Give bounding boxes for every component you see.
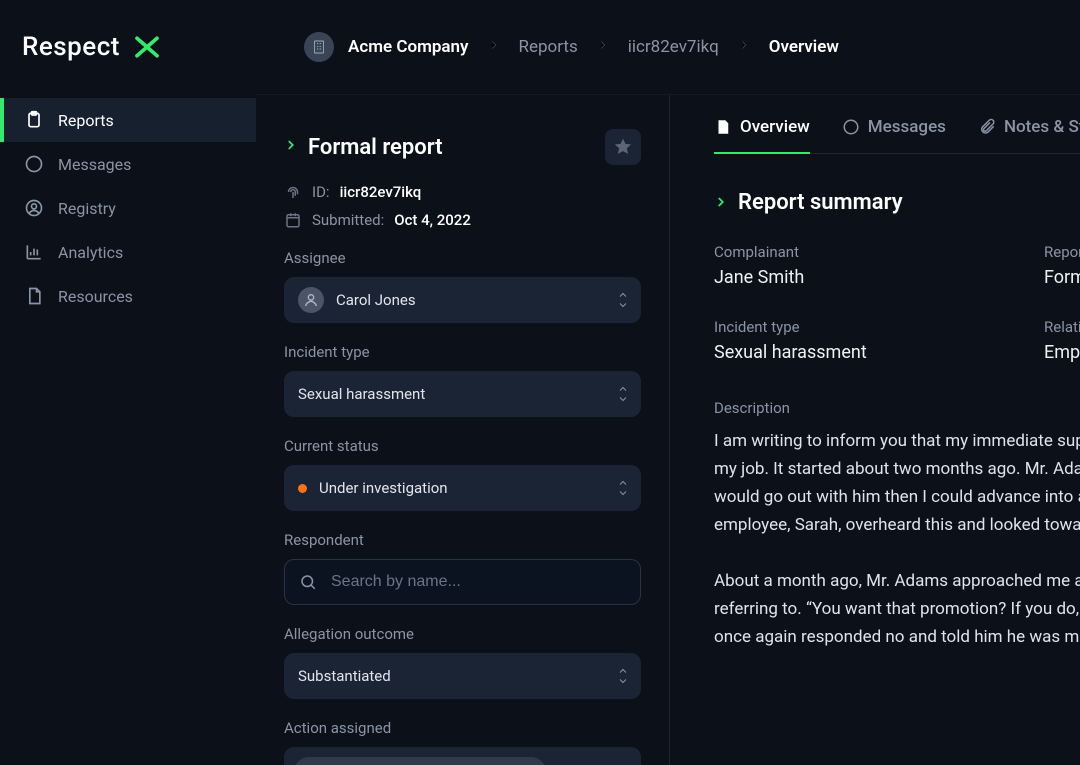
- respondent-input[interactable]: [329, 572, 626, 592]
- report-type-label: Report type: [1044, 243, 1080, 261]
- favorite-button[interactable]: [605, 129, 641, 165]
- building-icon: [311, 39, 327, 55]
- tab-messages[interactable]: Messages: [842, 117, 946, 153]
- assignee-label: Assignee: [284, 249, 641, 267]
- respondent-label: Respondent: [284, 531, 641, 549]
- report-title: Formal report: [308, 135, 443, 160]
- sidebar-item-label: Messages: [58, 155, 131, 174]
- paperclip-icon: [978, 118, 996, 136]
- report-id: iicr82ev7ikq: [340, 183, 422, 201]
- tab-overview[interactable]: Overview: [714, 117, 810, 153]
- incident-type-label: Incident type: [714, 318, 1044, 336]
- sort-caret-icon: [617, 291, 629, 309]
- document-icon: [24, 286, 44, 306]
- status-select[interactable]: Under investigation: [284, 465, 641, 511]
- report-type-value: Formal: [1044, 267, 1080, 288]
- sidebar-item-analytics[interactable]: Analytics: [0, 230, 256, 274]
- relation-value: Employee: [1044, 342, 1080, 363]
- logo-area: Respect: [0, 0, 256, 94]
- brand-mark-icon: [132, 32, 162, 62]
- document-icon: [714, 118, 732, 136]
- brand-logo[interactable]: Respect: [22, 32, 162, 62]
- sort-caret-icon: [617, 667, 629, 685]
- sidebar: Reports Messages Registry Analytics Reso…: [0, 94, 256, 765]
- brand-name: Respect: [22, 32, 120, 62]
- sidebar-item-reports[interactable]: Reports: [0, 98, 256, 142]
- chat-icon: [24, 154, 44, 174]
- clipboard-icon: [24, 110, 44, 130]
- tab-label: Overview: [740, 117, 810, 137]
- kv-complainant: Complainant Jane Smith: [714, 243, 1044, 288]
- search-icon: [299, 573, 317, 591]
- fingerprint-icon: [284, 183, 302, 201]
- breadcrumb-id[interactable]: iicr82ev7ikq: [628, 37, 719, 57]
- status-label: Current status: [284, 437, 641, 455]
- sidebar-item-label: Resources: [58, 287, 133, 306]
- action-label: Action assigned: [284, 719, 641, 737]
- sort-caret-icon: [617, 479, 629, 497]
- tab-label: Messages: [868, 117, 946, 137]
- sort-caret-icon: [617, 385, 629, 403]
- sidebar-item-registry[interactable]: Registry: [0, 186, 256, 230]
- submitted-date: Oct 4, 2022: [394, 211, 471, 229]
- summary-grid: Complainant Jane Smith Report type Forma…: [714, 243, 1080, 363]
- relation-label: Relationship: [1044, 318, 1080, 336]
- chevron-right-icon: [284, 138, 298, 156]
- status-value: Under investigation: [319, 479, 448, 497]
- incident-type-select[interactable]: Sexual harassment: [284, 371, 641, 417]
- id-label: ID:: [312, 183, 330, 201]
- breadcrumb-reports[interactable]: Reports: [519, 37, 578, 57]
- avatar: [298, 287, 324, 313]
- respondent-search[interactable]: [284, 559, 641, 605]
- tab-bar: Overview Messages Notes & State: [714, 117, 1080, 154]
- outcome-value: Substantiated: [298, 667, 391, 685]
- assignee-select[interactable]: Carol Jones: [284, 277, 641, 323]
- incident-type-value: Sexual harassment: [298, 385, 425, 403]
- main: Formal report ID: iicr82ev7ikq Submitted…: [256, 94, 1080, 765]
- complainant-label: Complainant: [714, 243, 1044, 261]
- status-dot-icon: [298, 484, 307, 493]
- breadcrumb: Acme Company Reports iicr82ev7ikq Overvi…: [256, 0, 1080, 94]
- chevron-right-icon: [737, 37, 751, 57]
- org-avatar[interactable]: [304, 32, 334, 62]
- description-body: I am writing to inform you that my immed…: [714, 427, 1080, 651]
- sidebar-item-label: Reports: [58, 111, 114, 130]
- kv-report-type: Report type Formal: [1044, 243, 1080, 288]
- tab-label: Notes & State: [1004, 117, 1080, 137]
- kv-incident-type: Incident type Sexual harassment: [714, 318, 1044, 363]
- report-id-row: ID: iicr82ev7ikq: [284, 183, 641, 201]
- user-circle-icon: [24, 198, 44, 218]
- breadcrumb-org[interactable]: Acme Company: [348, 37, 469, 57]
- report-summary-panel: Overview Messages Notes & State Report s…: [670, 95, 1080, 765]
- chevron-right-icon: [487, 37, 501, 57]
- person-icon: [303, 292, 319, 308]
- breadcrumb-overview[interactable]: Overview: [769, 37, 839, 57]
- sidebar-item-resources[interactable]: Resources: [0, 274, 256, 318]
- incident-type-label: Incident type: [284, 343, 641, 361]
- action-multiselect[interactable]: Changes to the work environment Monitori…: [284, 747, 641, 765]
- sidebar-item-messages[interactable]: Messages: [0, 142, 256, 186]
- submitted-label: Submitted:: [312, 211, 384, 229]
- chevron-right-icon: [714, 190, 728, 215]
- tab-notes[interactable]: Notes & State: [978, 117, 1080, 153]
- outcome-label: Allegation outcome: [284, 625, 641, 643]
- sidebar-item-label: Analytics: [58, 243, 123, 262]
- summary-title: Report summary: [738, 190, 903, 215]
- outcome-select[interactable]: Substantiated: [284, 653, 641, 699]
- description-label: Description: [714, 399, 1080, 417]
- calendar-icon: [284, 211, 302, 229]
- kv-relation: Relationship Employee: [1044, 318, 1080, 363]
- complainant-value: Jane Smith: [714, 267, 1044, 288]
- incident-type-value: Sexual harassment: [714, 342, 1044, 363]
- chevron-right-icon: [596, 37, 610, 57]
- chat-icon: [842, 118, 860, 136]
- chart-icon: [24, 242, 44, 262]
- submitted-row: Submitted: Oct 4, 2022: [284, 211, 641, 229]
- summary-title-row: Report summary: [714, 190, 1080, 215]
- action-chip[interactable]: Changes to the work environment: [294, 757, 546, 765]
- assignee-value: Carol Jones: [336, 291, 416, 309]
- sidebar-item-label: Registry: [58, 199, 116, 218]
- star-icon: [613, 137, 633, 157]
- report-detail-panel: Formal report ID: iicr82ev7ikq Submitted…: [256, 95, 670, 765]
